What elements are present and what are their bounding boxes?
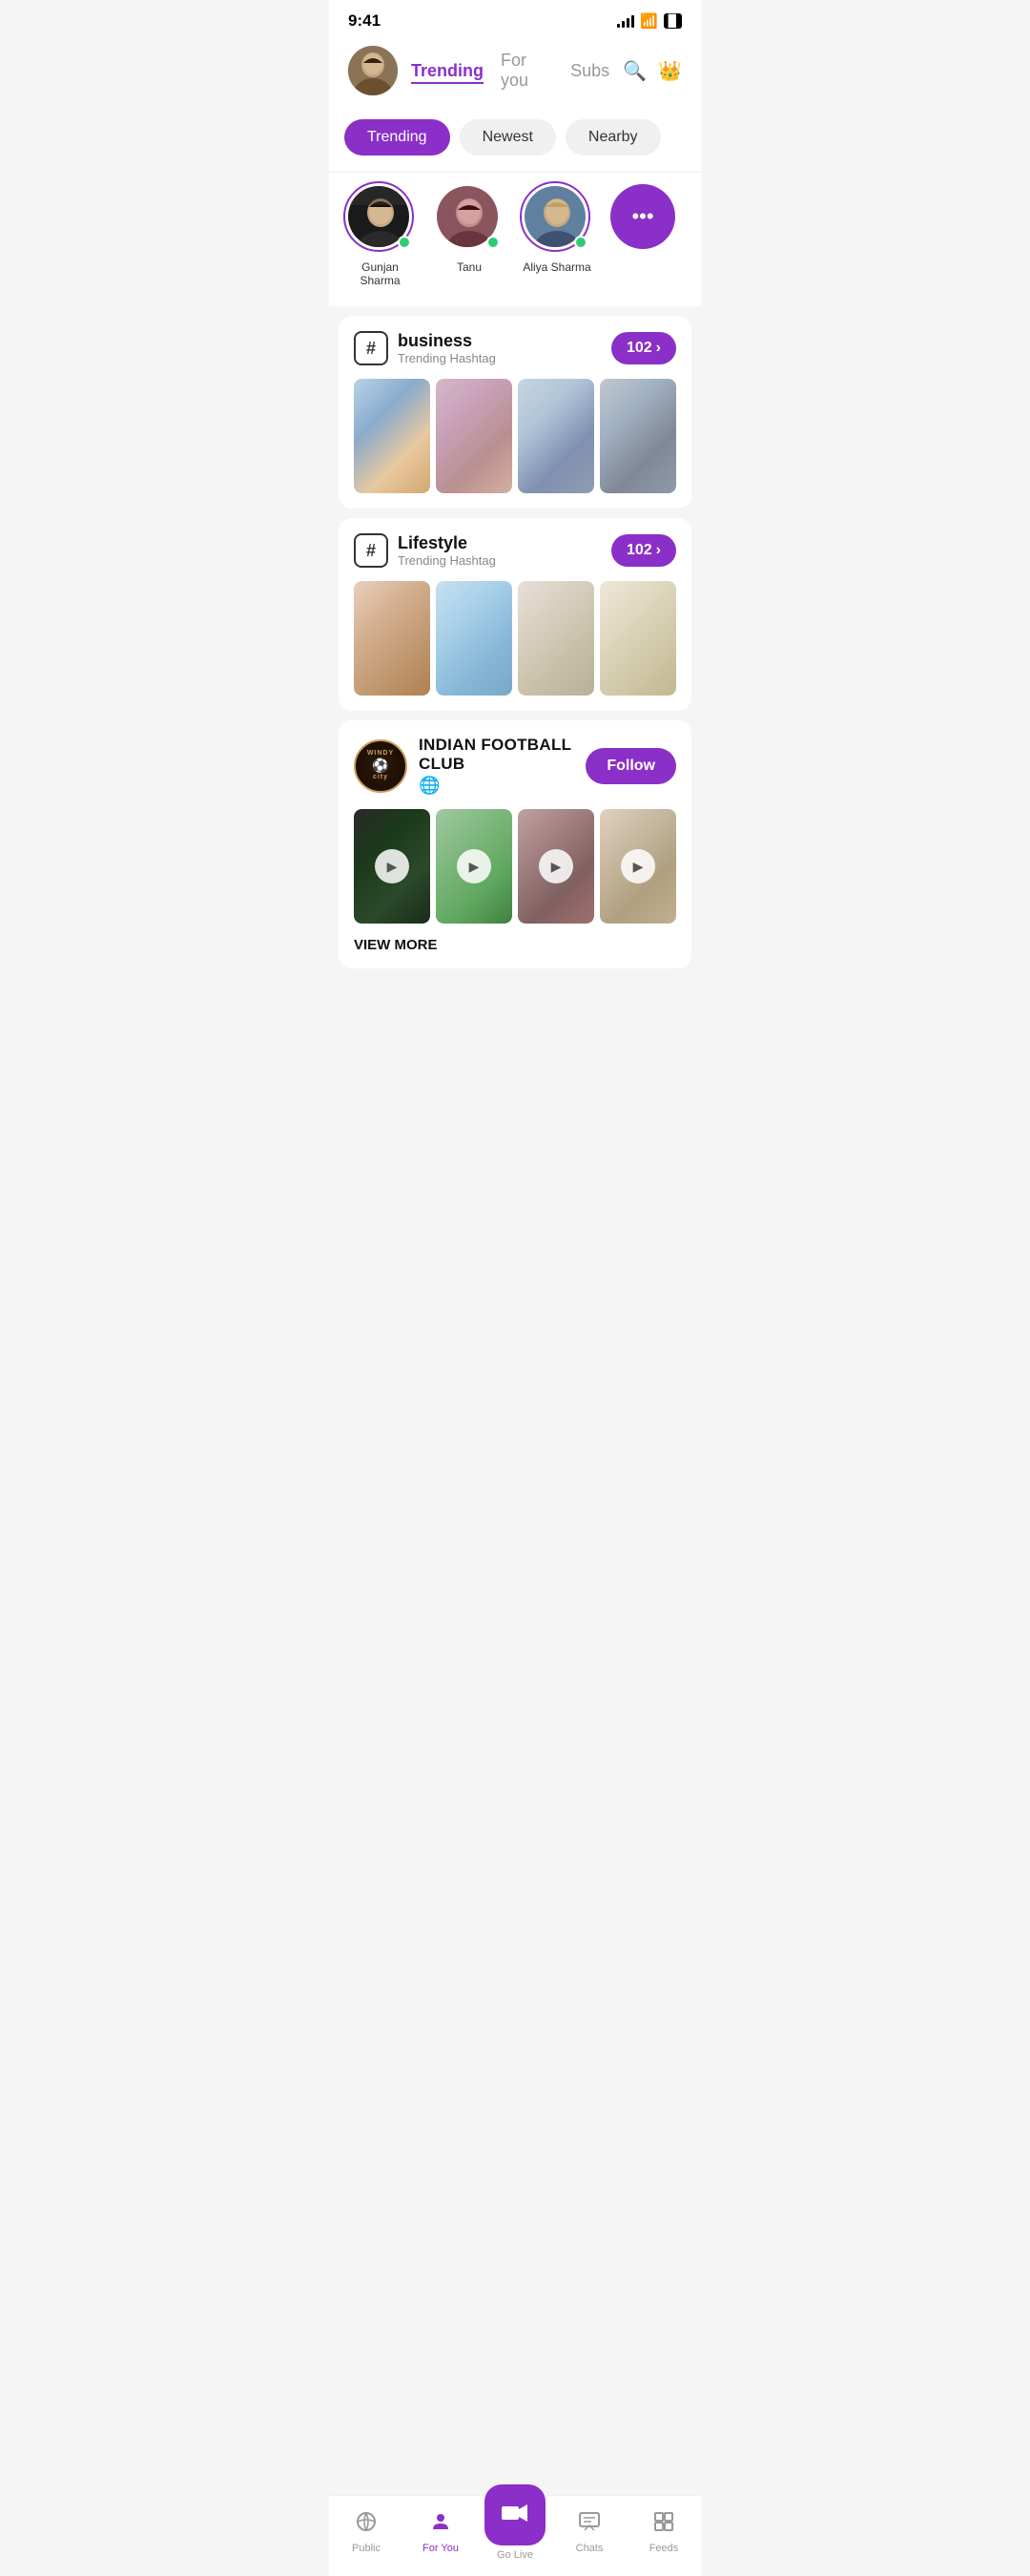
story-item-more[interactable]: ••• — [610, 184, 679, 287]
story-item-aliya[interactable]: Aliya Sharma — [523, 184, 591, 287]
camera-icon — [502, 2501, 528, 2530]
header-nav: Trending For you Subs — [411, 51, 609, 91]
hashtag-left-business: # business Trending Hashtag — [354, 331, 496, 365]
go-live-button[interactable] — [484, 2484, 546, 2545]
status-bar: 9:41 📶 ▉ — [329, 0, 701, 36]
hashtag-images-business — [354, 379, 676, 493]
nav-label-go-live: Go Live — [497, 2549, 533, 2561]
online-dot-tanu — [486, 236, 500, 249]
nav-label-for-you: For You — [422, 2543, 459, 2554]
for-you-icon — [429, 2510, 452, 2539]
hashtag-symbol-business: # — [354, 331, 388, 365]
play-icon-4[interactable]: ▶ — [621, 849, 655, 883]
video-thumb-2[interactable]: ▶ — [436, 809, 512, 924]
more-stories-btn[interactable]: ••• — [610, 184, 675, 249]
hashtag-card-business: # business Trending Hashtag 102 › — [339, 316, 691, 509]
filter-nearby[interactable]: Nearby — [566, 119, 661, 156]
video-thumb-3[interactable]: ▶ — [518, 809, 594, 924]
avatar[interactable] — [348, 46, 398, 95]
filter-trending[interactable]: Trending — [344, 119, 450, 156]
hashtag-title-lifestyle: Lifestyle — [398, 533, 496, 553]
hashtag-image-2[interactable] — [436, 379, 512, 493]
hashtag-symbol-lifestyle: # — [354, 533, 388, 568]
play-icon-1[interactable]: ▶ — [375, 849, 409, 883]
hashtag-image-4[interactable] — [600, 379, 676, 493]
nav-tab-go-live[interactable]: Go Live — [478, 2503, 552, 2561]
nav-tab-for-you[interactable]: For You — [403, 2510, 478, 2554]
story-item-gunjan[interactable]: Gunjan Sharma — [344, 184, 416, 287]
nav-trending[interactable]: Trending — [411, 61, 484, 81]
club-info: INDIAN FOOTBALL CLUB 🌐 — [419, 736, 574, 796]
public-icon — [355, 2510, 378, 2539]
follow-button[interactable]: Follow — [586, 748, 676, 784]
club-header: WINDY ⚽ city INDIAN FOOTBALL CLUB 🌐 Foll… — [354, 736, 676, 796]
nav-tab-feeds[interactable]: Feeds — [627, 2510, 701, 2554]
lifestyle-image-3[interactable] — [518, 581, 594, 696]
hashtag-images-lifestyle — [354, 581, 676, 696]
status-time: 9:41 — [348, 11, 381, 31]
crown-icon[interactable]: 👑 — [658, 59, 682, 83]
nav-label-public: Public — [352, 2543, 381, 2554]
online-dot-aliya — [574, 236, 587, 249]
stories-section: Gunjan Sharma Tanu — [329, 173, 701, 306]
bottom-nav: Public For You Go Live — [329, 2495, 701, 2576]
club-card: WINDY ⚽ city INDIAN FOOTBALL CLUB 🌐 Foll… — [339, 720, 691, 968]
hashtag-title-business: business — [398, 331, 496, 351]
nav-label-feeds: Feeds — [649, 2543, 679, 2554]
globe-icon: 🌐 — [419, 776, 574, 796]
chats-icon — [578, 2510, 601, 2539]
feeds-icon — [652, 2510, 675, 2539]
battery-icon: ▉ — [664, 13, 682, 29]
nav-for-you[interactable]: For you — [501, 51, 553, 91]
club-name: INDIAN FOOTBALL CLUB — [419, 736, 574, 774]
hashtag-left-lifestyle: # Lifestyle Trending Hashtag — [354, 533, 496, 568]
story-name-tanu: Tanu — [457, 260, 482, 274]
lifestyle-image-1[interactable] — [354, 581, 430, 696]
hashtag-card-lifestyle: # Lifestyle Trending Hashtag 102 › — [339, 518, 691, 711]
hashtag-count-lifestyle[interactable]: 102 › — [611, 534, 676, 567]
main-content: # business Trending Hashtag 102 › — [329, 316, 701, 1073]
hashtag-header-lifestyle: # Lifestyle Trending Hashtag 102 › — [354, 533, 676, 568]
nav-subs[interactable]: Subs — [570, 61, 609, 81]
nav-label-chats: Chats — [576, 2543, 604, 2554]
status-icons: 📶 ▉ — [617, 12, 682, 30]
video-grid: ▶ ▶ ▶ ▶ — [354, 809, 676, 924]
hashtag-image-3[interactable] — [518, 379, 594, 493]
lifestyle-image-4[interactable] — [600, 581, 676, 696]
story-name-gunjan: Gunjan Sharma — [344, 260, 416, 287]
club-logo: WINDY ⚽ city — [354, 739, 407, 793]
header: Trending For you Subs 🔍 👑 — [329, 36, 701, 110]
hashtag-text-business: business Trending Hashtag — [398, 331, 496, 365]
online-dot-gunjan — [398, 236, 411, 249]
hashtag-image-1[interactable] — [354, 379, 430, 493]
lifestyle-image-2[interactable] — [436, 581, 512, 696]
nav-tab-chats[interactable]: Chats — [552, 2510, 627, 2554]
nav-tab-public[interactable]: Public — [329, 2510, 403, 2554]
video-thumb-4[interactable]: ▶ — [600, 809, 676, 924]
view-more-button[interactable]: VIEW MORE — [354, 937, 676, 953]
story-name-aliya: Aliya Sharma — [523, 260, 590, 274]
hashtag-subtitle-business: Trending Hashtag — [398, 351, 496, 365]
header-actions: 🔍 👑 — [623, 59, 682, 83]
filter-newest[interactable]: Newest — [460, 119, 556, 156]
play-icon-2[interactable]: ▶ — [457, 849, 491, 883]
hashtag-subtitle-lifestyle: Trending Hashtag — [398, 553, 496, 568]
search-icon[interactable]: 🔍 — [623, 59, 647, 83]
signal-icon — [617, 14, 634, 28]
hashtag-text-lifestyle: Lifestyle Trending Hashtag — [398, 533, 496, 568]
video-thumb-1[interactable]: ▶ — [354, 809, 430, 924]
story-item-tanu[interactable]: Tanu — [435, 184, 504, 287]
hashtag-header-business: # business Trending Hashtag 102 › — [354, 331, 676, 365]
wifi-icon: 📶 — [640, 12, 658, 30]
filter-section: Trending Newest Nearby — [329, 110, 701, 171]
hashtag-count-business[interactable]: 102 › — [611, 332, 676, 364]
club-logo-img: WINDY ⚽ city — [354, 739, 407, 793]
play-icon-3[interactable]: ▶ — [539, 849, 573, 883]
